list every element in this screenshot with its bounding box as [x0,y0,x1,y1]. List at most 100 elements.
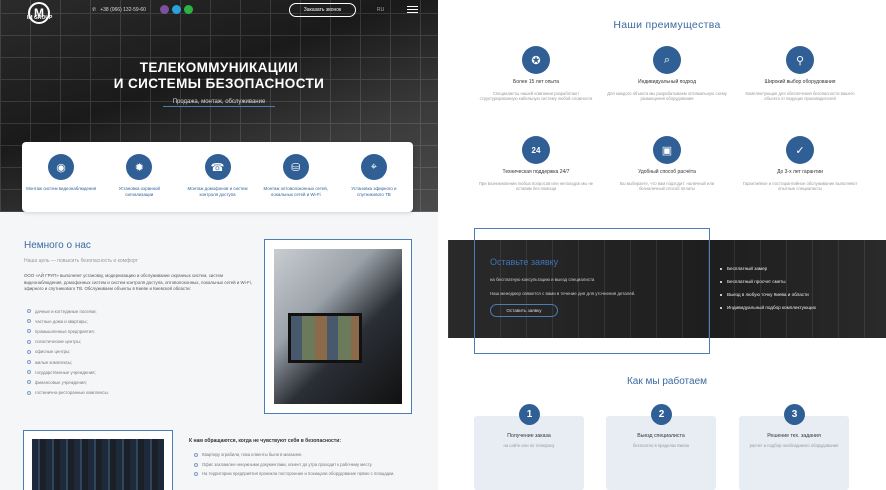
service-item-intercom[interactable]: ☎ Монтаж домофонов и систем контроля дос… [178,142,256,212]
advantage-desc: При возникновении любых вопросов или неп… [478,180,594,192]
list-item: дачные и коттеджные поселки; [27,306,109,316]
advantage-title: Индивидуальный подход [637,79,697,85]
call-request-button[interactable]: Заказать звонок [289,3,356,17]
leave-request-button[interactable]: Оставить заявку [490,304,558,317]
list-item: финансовые учреждения; [27,377,109,387]
request-note: Наш менеджер свяжется с вами в течение д… [490,291,636,296]
list-item: промышленные предприятия; [27,326,109,336]
hero-divider [163,106,275,107]
step-number: 3 [784,404,805,425]
advantage-desc: Комплектующие для обеспечения безопаснос… [745,90,855,102]
phone-block[interactable]: ✆ +38 (066) 132-59-60 [92,7,146,13]
bullet-icon [194,453,198,457]
about-photo-frame [264,239,412,414]
list-item-text: Выезд в любую точку Киева и области [727,292,809,297]
hero-subtitle: Продажа, монтаж, обслуживание [172,99,266,105]
advantage-item: ⌕ Индивидуальный подход Для каждого объе… [607,46,727,102]
telegram-icon[interactable] [172,5,181,14]
list-item-text: финансовые учреждения; [35,379,87,385]
service-item-cctv[interactable]: ◉ Монтаж систем видеонаблюдения [22,142,100,212]
viber-icon[interactable] [160,5,169,14]
list-item: частные дома и квартиры; [27,316,109,326]
about-list: дачные и коттеджные поселки; частные дом… [27,306,109,398]
about-heading: Немного о нас [24,240,91,251]
list-item-text: офисные центры; [35,349,71,355]
request-heading: Оставьте заявку [490,257,559,267]
step-desc: на сайте или по телефону [503,442,555,448]
whatsapp-icon[interactable] [184,5,193,14]
list-item-text: Офис захламлен ненужными документами, кл… [202,461,373,467]
service-item-alarm[interactable]: ✹ Установка охранной сигнализации [100,142,178,212]
advantage-item: 24 Техническая поддержка 24/7 При возник… [476,136,596,192]
bullet-icon [720,267,722,270]
list-item-text: частные дома и квартиры; [35,318,88,324]
list-item-text: Бесплатный просчет сметы [727,279,786,284]
list-item: гостинично-ресторанные комплексы. [27,388,109,398]
advantage-desc: Для каждого объекта мы разрабатываем опт… [607,90,727,102]
advantage-item: ✓ До 3-х лет гарантии Гарантийное и пост… [740,136,860,192]
bullet-icon [27,370,31,375]
list-item-text: промышленные предприятия; [35,328,95,334]
bullet-icon [720,293,722,296]
logo-text: IM GROUP [27,15,53,21]
request-benefits-list: Бесплатный замер Бесплатный просчет смет… [720,262,816,314]
language-select[interactable]: RU [377,7,384,13]
service-item-network[interactable]: ⛁ Монтаж оптоволоконных сетей, локальных… [257,142,335,212]
hero-title-line1: ТЕЛЕКОММУНИКАЦИИ [139,60,299,75]
cctv-camera-icon: ◉ [48,154,75,180]
list-item-text: Бесплатный замер [727,266,768,271]
list-item: логистические центры; [27,337,109,347]
bullet-icon [27,390,31,395]
step-desc: бесплатно в пределах Киева [633,442,689,448]
hero-title: ТЕЛЕКОММУНИКАЦИИ И СИСТЕМЫ БЕЗОПАСНОСТИ [0,60,438,92]
messenger-links [160,5,193,14]
step-title: Решение тех. задания [767,433,821,439]
bullet-icon [720,280,722,283]
advantage-title: Широкий выбор оборудования [764,79,836,85]
advantage-title: Удобный способ расчёта [638,169,696,175]
list-item: На территорию предприятия проникли посто… [194,471,409,477]
list-item: жилые комплексы; [27,357,109,367]
step-card: 1 Получение заказа на сайте или по телеф… [474,404,584,490]
document-search-icon: ⌕ [653,46,681,74]
surveillance-monitor-image [274,249,402,404]
service-label: Установка эфирного и спутникового ТВ [351,186,397,197]
advantage-title: Техническая поддержка 24/7 [502,169,570,175]
alarm-icon: ✹ [126,154,153,180]
list-item-text: государственные учреждения; [35,369,96,375]
service-label: Монтаж систем видеонаблюдения [26,186,97,191]
bullet-icon [27,309,31,314]
advantage-item: ⚲ Широкий выбор оборудования Комплектующ… [740,46,860,102]
satellite-dish-icon: ⚲ [786,46,814,74]
phone-number[interactable]: +38 (066) 132-59-60 [100,7,146,13]
about-subheading: Наша цель — повысить безопасность и комф… [24,258,138,264]
about-text: ООО «АЙ ГРУП» выполняет установку, модер… [24,273,252,291]
monitor-screen [288,313,362,363]
support-24-icon: 24 [522,136,550,164]
advantage-item: ✪ Более 15 лет опыта Специалисты нашей к… [476,46,596,102]
step-number: 2 [651,404,672,425]
bullet-icon [720,306,722,309]
list-item-text: жилые комплексы; [35,359,73,365]
step-desc: расчет и подбор необходимого оборудовани… [749,442,839,448]
network-icon: ⛁ [282,154,309,180]
left-page: M IM GROUP ✆ +38 (066) 132-59-60 Заказат… [0,0,438,490]
service-label: Монтаж оптоволоконных сетей, локальных с… [263,186,328,197]
advantage-title: Более 15 лет опыта [512,79,560,85]
services-card: ◉ Монтаж систем видеонаблюдения ✹ Устано… [22,142,413,212]
satellite-icon: ⌖ [360,154,387,180]
service-label: Монтаж домофонов и систем контроля досту… [187,186,248,197]
menu-icon[interactable] [407,6,418,15]
service-item-tv[interactable]: ⌖ Установка эфирного и спутникового ТВ [335,142,413,212]
list-item: Индивидуальный подбор комплектующих [720,301,816,314]
list-item: Офис захламлен ненужными документами, кл… [194,462,409,468]
advantage-desc: Специалисты нашей компании разработают с… [479,90,593,102]
award-icon: ✪ [522,46,550,74]
bullet-icon [27,319,31,324]
bullet-icon [27,339,31,344]
bullet-icon [27,380,31,385]
hero-title-line2: И СИСТЕМЫ БЕЗОПАСНОСТИ [113,76,325,91]
questions-list: Квартиру ограбили, пока клиенты были в м… [194,452,409,481]
advantages-heading: Наши преимущества [613,19,721,31]
list-item: Бесплатный замер [720,262,816,275]
